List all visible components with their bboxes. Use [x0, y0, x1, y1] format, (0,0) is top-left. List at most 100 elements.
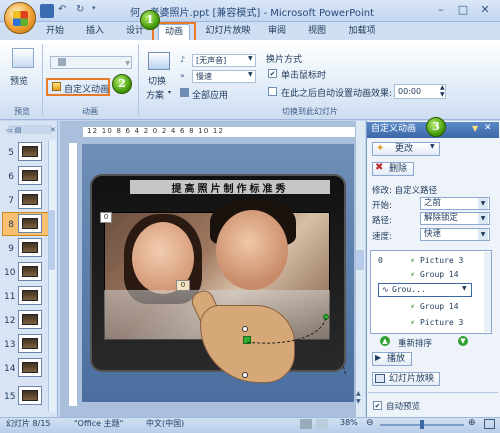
anim-list-item[interactable]: ⚡ Picture 3 [410, 256, 463, 268]
slide-thumbnail-14[interactable] [18, 358, 42, 377]
sound-combo-arrow-icon[interactable]: ▼ [248, 55, 253, 62]
thumb-number: 7 [8, 196, 14, 206]
qat-dropdown-icon[interactable]: ▾ [92, 4, 106, 18]
autopreview-checkbox[interactable]: ✔ [373, 401, 382, 410]
path-combo[interactable]: 解除锁定 ▼ [420, 212, 490, 225]
thumb-number: 12 [4, 316, 16, 326]
tab-addins[interactable]: 加载项 [342, 24, 382, 40]
apply-all-button[interactable]: 全部应用 [192, 88, 228, 101]
thumbnails-scrollbar[interactable] [48, 140, 56, 412]
separator [138, 44, 139, 116]
slide-thumbnail-5[interactable] [18, 142, 42, 161]
play-icon: ▶ [375, 353, 382, 362]
custom-animation-button[interactable]: 自定义动画 [64, 82, 109, 95]
anim-list-item[interactable]: ⚡ Picture 3 [410, 318, 463, 330]
tab-review[interactable]: 审阅 [262, 24, 292, 40]
office-button[interactable] [4, 2, 36, 34]
reorder-label: 重新排序 [398, 339, 433, 349]
slide-thumbnail-9[interactable] [18, 238, 42, 257]
thumbnails-scroll-thumb[interactable] [49, 210, 55, 270]
tab-home[interactable]: 开始 [40, 24, 70, 40]
custom-anim-icon [52, 82, 61, 91]
switch-scheme-line2[interactable]: 方案 [146, 88, 164, 101]
zoom-slider-thumb[interactable] [420, 420, 424, 429]
pane-close-icon[interactable]: ✕ [484, 123, 492, 133]
switch-scheme-line1[interactable]: 切换 [148, 74, 166, 87]
slide-thumbnail-13[interactable] [18, 334, 42, 353]
redo-icon[interactable]: ↻ [76, 4, 90, 18]
close-button[interactable]: ✕ [474, 2, 496, 19]
speed-anim-combo-arrow-icon[interactable]: ▼ [478, 229, 488, 240]
maximize-button[interactable]: □ [452, 2, 474, 19]
sound-combo[interactable]: [无声音] [192, 54, 256, 67]
on-click-checkbox[interactable]: ✔ [268, 69, 277, 78]
group-preview-label: 预览 [14, 107, 30, 116]
slide-thumbnail-7[interactable] [18, 190, 42, 209]
save-icon[interactable] [40, 4, 54, 18]
change-dropdown-icon[interactable]: ▼ [430, 143, 435, 150]
slideshow-icon [375, 374, 385, 383]
anim-item-label: Picture 3 [420, 318, 464, 327]
modify-label: 修改: 自定义路径 [372, 186, 438, 196]
auto-time-input[interactable]: 00:00 [394, 84, 446, 99]
pane-close-icon[interactable]: ✕ [50, 126, 56, 134]
anim-tag-0b[interactable]: 0 [176, 280, 190, 291]
start-combo[interactable]: 之前 ▼ [420, 197, 490, 210]
pane-dropdown-icon[interactable]: ▼ [472, 124, 478, 133]
speed-anim-combo-value: 快速 [424, 229, 442, 239]
thumb-number: 10 [4, 268, 16, 278]
speed-combo-arrow-icon[interactable]: ▼ [248, 71, 253, 78]
zoom-out-icon[interactable]: ⊖ [366, 418, 374, 428]
anim-item-label: Group 14 [420, 270, 459, 279]
anim-tag-0[interactable]: 0 [100, 212, 112, 223]
path-combo-arrow-icon[interactable]: ▼ [478, 213, 488, 224]
motion-icon: ⚡ [410, 318, 415, 327]
start-combo-value: 之前 [424, 198, 442, 208]
preview-icon[interactable] [12, 48, 34, 68]
slide-thumbnail-12[interactable] [18, 310, 42, 329]
anim-item-label: Picture 3 [420, 256, 464, 265]
speed-anim-combo[interactable]: 快速 ▼ [420, 228, 490, 241]
slide-thumbnail-10[interactable] [18, 262, 42, 281]
tab-slideshow[interactable]: 幻灯片放映 [200, 24, 256, 40]
motion-icon: ⚡ [410, 302, 415, 311]
callout-2: 2 [112, 74, 132, 94]
fit-window-icon[interactable] [484, 419, 495, 429]
zoom-in-icon[interactable]: ⊕ [468, 418, 476, 428]
path-combo-value: 解除锁定 [424, 213, 459, 223]
slide-thumbnail-8[interactable] [18, 214, 42, 233]
anim-list-item-selected[interactable]: ∿ Grou... [382, 285, 426, 297]
minimize-button[interactable]: – [430, 2, 452, 19]
preview-button[interactable]: 预览 [10, 74, 28, 87]
office-logo-icon [13, 11, 28, 26]
slide-title-text[interactable]: 提高照片制作标准秀 [130, 180, 330, 195]
tab-view[interactable]: 视图 [302, 24, 332, 40]
anim-item-dropdown-icon[interactable]: ▼ [462, 285, 467, 292]
slide-scroll-thumb[interactable] [356, 250, 364, 270]
view-normal-icon[interactable] [300, 419, 312, 429]
anim-list-item[interactable]: ⚡ Group 14 [410, 302, 459, 314]
view-sorter-icon[interactable] [316, 419, 328, 429]
auto-after-checkbox[interactable] [268, 87, 277, 96]
zoom-level[interactable]: 38% [340, 418, 358, 427]
photo-person-right-face [216, 210, 288, 290]
anim-item-label: Grou... [392, 285, 426, 294]
switch-scheme-dropdown-icon[interactable]: ▾ [168, 89, 171, 96]
auto-time-spin-icon[interactable]: ▲ ▼ [440, 84, 445, 98]
switch-scheme-icon[interactable] [148, 52, 170, 70]
pane-tab-icon[interactable]: ▭ ▤ [6, 126, 21, 134]
slide-thumbnail-11[interactable] [18, 286, 42, 305]
slide-thumbnail-15[interactable] [18, 386, 42, 405]
anim-list-item[interactable]: ⚡ Group 14 [410, 270, 459, 282]
anim-list-scrollbar[interactable] [484, 252, 491, 332]
tab-insert[interactable]: 插入 [80, 24, 110, 40]
move-down-icon[interactable]: ▼ [458, 336, 468, 346]
undo-icon[interactable]: ↶ [58, 4, 72, 18]
slide-thumbnail-6[interactable] [18, 166, 42, 185]
motion-path-line[interactable] [240, 312, 350, 382]
start-combo-arrow-icon[interactable]: ▼ [478, 198, 488, 209]
move-up-icon[interactable]: ▲ [380, 336, 390, 346]
separator [42, 44, 43, 116]
prev-next-slide-icon[interactable]: ▲ ▼ [356, 390, 361, 406]
speed-combo[interactable]: 慢速 [192, 70, 256, 83]
